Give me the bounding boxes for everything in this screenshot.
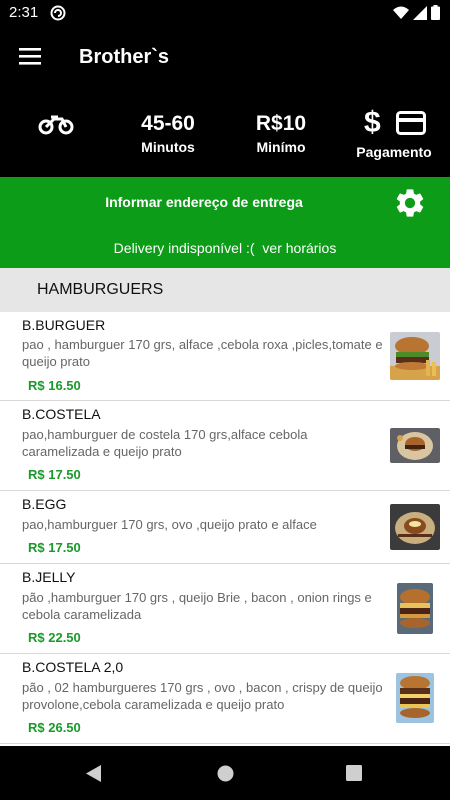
item-photo xyxy=(390,332,440,380)
motorcycle-icon xyxy=(38,115,74,135)
item-description: pão , 02 hamburgueres 170 grs , ovo , ba… xyxy=(22,680,383,712)
system-nav-bar xyxy=(0,746,450,800)
delivery-time-value: 45-60 xyxy=(141,112,195,135)
item-photo xyxy=(397,583,433,634)
credit-card-icon xyxy=(396,111,426,135)
item-price: R$ 17.50 xyxy=(28,540,81,555)
dollar-icon: $ xyxy=(364,106,381,139)
status-bar: 2:31 xyxy=(0,0,450,26)
notification-icon xyxy=(50,5,66,21)
item-name: B.BURGUER xyxy=(22,317,106,333)
back-icon[interactable] xyxy=(86,765,102,782)
item-name: B.COSTELA 2,0 xyxy=(22,659,124,675)
delivery-status: Delivery indisponível :( ver horários xyxy=(0,240,450,256)
app-bar: Brother`s xyxy=(0,26,450,88)
payment-methods[interactable]: $ Pagamento xyxy=(354,106,434,162)
category-header: HAMBURGUERS xyxy=(0,268,450,312)
item-description: pao,hamburguer 170 grs, ovo ,queijo prat… xyxy=(22,517,317,532)
menu-icon[interactable] xyxy=(19,46,41,66)
battery-icon xyxy=(431,5,440,20)
recents-icon[interactable] xyxy=(346,765,362,781)
view-hours-link[interactable]: ver horários xyxy=(262,240,336,256)
menu-list: B.BURGUER pao , hamburguer 170 grs, alfa… xyxy=(0,312,450,764)
item-photo xyxy=(396,673,434,723)
menu-item[interactable]: B.JELLY pão ,hamburguer 170 grs , queijo… xyxy=(0,564,450,654)
delivery-status-text: Delivery indisponível :( xyxy=(113,240,255,256)
signal-icon xyxy=(413,5,427,20)
category-title: HAMBURGUERS xyxy=(37,281,164,298)
item-price: R$ 17.50 xyxy=(28,467,81,482)
delivery-time: 45-60 Minutos xyxy=(128,111,208,157)
item-description: pão ,hamburguer 170 grs , queijo Brie , … xyxy=(22,590,372,622)
menu-item[interactable]: B.COSTELA pao,hamburguer de costela 170 … xyxy=(0,401,450,491)
delivery-time-label: Minutos xyxy=(141,139,195,155)
menu-item[interactable]: B.EGG pao,hamburguer 170 grs, ovo ,queij… xyxy=(0,491,450,564)
inform-address-button[interactable]: Informar endereço de entrega xyxy=(0,194,408,210)
status-time: 2:31 xyxy=(9,4,39,21)
item-name: B.JELLY xyxy=(22,569,76,585)
status-icons xyxy=(393,5,440,20)
delivery-bar: Informar endereço de entrega Delivery in… xyxy=(0,177,450,268)
payment-label: Pagamento xyxy=(356,144,432,160)
minimum-order-label: Minímo xyxy=(256,139,306,155)
item-description: pao , hamburguer 170 grs, alface ,cebola… xyxy=(22,337,383,369)
minimum-order: R$10 Minímo xyxy=(242,111,320,157)
menu-item[interactable]: B.COSTELA 2,0 pão , 02 hamburgueres 170 … xyxy=(0,654,450,744)
item-name: B.COSTELA xyxy=(22,406,101,422)
item-price: R$ 22.50 xyxy=(28,630,81,645)
home-icon[interactable] xyxy=(217,765,234,782)
item-photo xyxy=(390,428,440,463)
gear-icon[interactable] xyxy=(393,186,427,220)
item-description: pao,hamburguer de costela 170 grs,alface… xyxy=(22,427,308,459)
menu-item[interactable]: B.BURGUER pao , hamburguer 170 grs, alfa… xyxy=(0,312,450,401)
item-name: B.EGG xyxy=(22,496,67,512)
minimum-order-value: R$10 xyxy=(255,112,307,135)
wifi-icon xyxy=(393,6,409,19)
item-price: R$ 16.50 xyxy=(28,378,81,393)
item-photo xyxy=(390,504,440,550)
store-info-bar: 45-60 Minutos R$10 Minímo $ Pagamento xyxy=(0,88,450,177)
page-title: Brother`s xyxy=(79,46,170,68)
item-price: R$ 26.50 xyxy=(28,720,81,735)
